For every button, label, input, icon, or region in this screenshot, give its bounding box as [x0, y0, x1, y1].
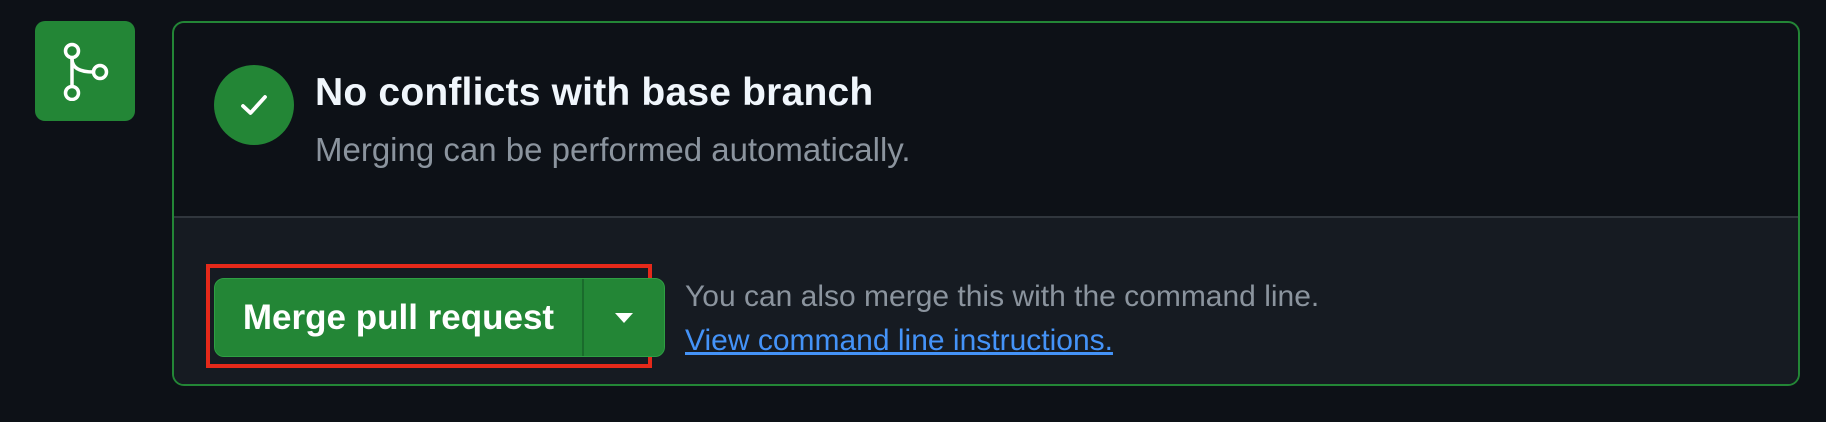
merge-box: No conflicts with base branch Merging ca…	[172, 21, 1800, 386]
triangle-down-icon	[615, 312, 633, 323]
check-icon	[241, 95, 267, 115]
merge-method-dropdown-button[interactable]	[584, 279, 664, 356]
git-merge-icon	[63, 42, 109, 101]
merge-action-section: Merge pull request You can also merge th…	[174, 218, 1798, 384]
status-check-badge	[214, 65, 294, 145]
merge-button-group: Merge pull request	[214, 278, 665, 357]
merge-pull-request-button[interactable]: Merge pull request	[215, 279, 584, 356]
status-subtitle: Merging can be performed automatically.	[315, 131, 911, 168]
command-line-instructions-link[interactable]: View command line instructions.	[685, 324, 1113, 358]
command-line-hint: You can also merge this with the command…	[685, 280, 1320, 313]
merge-icon-tile	[35, 21, 135, 121]
status-title: No conflicts with base branch	[315, 71, 874, 114]
merge-status-section: No conflicts with base branch Merging ca…	[174, 23, 1798, 218]
merge-panel-canvas: No conflicts with base branch Merging ca…	[0, 0, 1826, 422]
